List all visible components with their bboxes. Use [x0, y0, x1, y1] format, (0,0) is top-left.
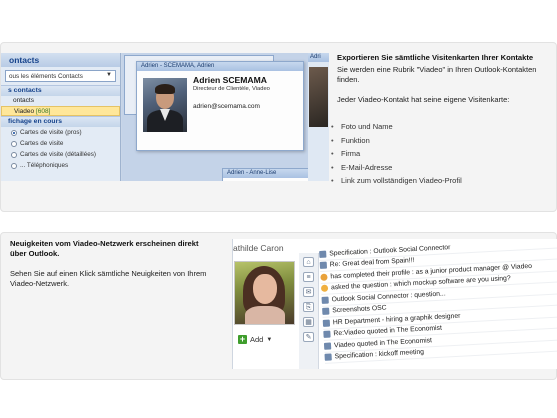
- radio-icon: [11, 140, 17, 147]
- business-cards-area: Adrien - SCEMAMA, Adrien Adrien SCEMAMA …: [122, 53, 329, 181]
- nav-item-label: ontacts: [13, 97, 34, 104]
- nav-item-count: [608]: [35, 108, 51, 115]
- radio-icon: [11, 162, 17, 169]
- photo-face: [253, 274, 277, 304]
- attachment-icon[interactable]: ⎘: [303, 302, 314, 312]
- feature-title: Neuigkeiten vom Viadeo-Netzwerk erschein…: [10, 239, 199, 258]
- contacts-folder-select[interactable]: ous les éléments Contacts ▼: [5, 70, 116, 82]
- nav-item-viadeo[interactable]: Viadeo [608]: [1, 106, 120, 116]
- feature-intro: Sie werden eine Rubrik "Viadeo" in Ihren…: [337, 65, 537, 84]
- feed-item-icon: [320, 284, 329, 293]
- view-option-phone-list[interactable]: ... Téléphoniques: [1, 160, 120, 171]
- radio-icon: [11, 151, 17, 158]
- activity-feed: Specification : Outlook Social Connector…: [319, 239, 557, 369]
- outlook-contacts-screenshot: ontacts ous les éléments Contacts ▼ s co…: [1, 53, 329, 181]
- bullet-item: Firma: [331, 147, 462, 161]
- contacts-folder-select-value: ous les éléments Contacts: [9, 73, 83, 80]
- contact-card-header: Adrien - Anne-Lise: [223, 169, 321, 178]
- view-option-label: Cartes de visite (détaillées): [20, 151, 96, 158]
- contact-card-side: Adri: [308, 53, 329, 181]
- feed-item-icon: [323, 330, 331, 339]
- contact-name: Adrien SCEMAMA: [193, 75, 268, 85]
- feed-item-icon: [320, 273, 328, 281]
- view-option-business-cards-detailed[interactable]: Cartes de visite (détaillées): [1, 149, 120, 160]
- view-option-business-cards-pro[interactable]: Cartes de visite (pros): [1, 127, 120, 138]
- contact-role: Directeur de Clientèle, Viadeo: [193, 86, 270, 92]
- contact-photo: [143, 78, 187, 132]
- nav-section-view: fichage en cours: [1, 116, 120, 127]
- nav-title: ontacts: [1, 53, 120, 67]
- add-label: Add: [250, 335, 264, 344]
- feed-item-icon: [321, 296, 329, 304]
- notes-icon[interactable]: ✎: [303, 332, 314, 342]
- person-photo: [234, 261, 295, 325]
- contact-card-next[interactable]: Adrien - Anne-Lise: [222, 168, 322, 181]
- view-option-label: ... Téléphoniques: [20, 162, 69, 169]
- feature-card-news: Neuigkeiten vom Viadeo-Netzwerk erschein…: [0, 232, 557, 380]
- bullet-item: Foto und Name: [331, 120, 462, 134]
- feed-item-icon: [323, 342, 332, 350]
- feed-toolbar: ⌂ ≡ ✉ ⎘ ▦ ✎: [299, 253, 319, 369]
- contact-card[interactable]: Adrien - SCEMAMA, Adrien Adrien SCEMAMA …: [136, 61, 304, 151]
- feed-item-icon: [319, 261, 328, 270]
- photo-hair: [155, 84, 175, 94]
- feature-body: Sehen Sie auf einen Klick sämtliche Neui…: [10, 269, 207, 288]
- chevron-down-icon: ▼: [266, 336, 273, 343]
- view-option-business-cards[interactable]: Cartes de visite: [1, 138, 120, 149]
- feed-item-icon: [322, 319, 331, 327]
- feature-lead: Jeder Viadeo-Kontakt hat seine eigene Vi…: [337, 95, 510, 104]
- contact-photo: [309, 67, 328, 127]
- radio-icon: [11, 129, 17, 136]
- contact-email[interactable]: adrien@scemama.com: [193, 103, 260, 110]
- nav-item-contacts[interactable]: ontacts: [1, 96, 120, 106]
- feature-card-export: ontacts ous les éléments Contacts ▼ s co…: [0, 42, 557, 212]
- feature-bullet-list: Foto und Name Funktion Firma E-Mail-Adre…: [331, 120, 462, 188]
- photo-body: [245, 306, 285, 324]
- contact-card-side-header: Adri: [308, 53, 329, 62]
- feed-item-icon: [324, 353, 332, 362]
- bullet-item: E-Mail-Adresse: [331, 161, 462, 175]
- social-connector-screenshot: athilde Caron + Add ▼ ⌂ ≡ ✉ ⎘ ▦ ✎ Specif…: [232, 239, 557, 369]
- contact-card-header: Adrien - SCEMAMA, Adrien: [137, 62, 303, 71]
- nav-section-contacts: s contacts: [1, 85, 120, 96]
- feed-item-icon: [319, 250, 327, 258]
- plus-icon: +: [238, 334, 247, 344]
- bullet-item: Funktion: [331, 134, 462, 148]
- feature-text-news: Neuigkeiten vom Viadeo-Netzwerk erschein…: [10, 239, 215, 289]
- feed-item-icon: [322, 307, 330, 316]
- feature-text-export: Exportieren Sie sämtliche Visitenkarten …: [337, 53, 537, 105]
- view-option-label: Cartes de visite: [20, 140, 64, 147]
- contacts-navigation-pane: ontacts ous les éléments Contacts ▼ s co…: [1, 53, 121, 181]
- mail-icon[interactable]: ✉: [303, 287, 314, 297]
- chevron-down-icon: ▼: [106, 72, 112, 78]
- add-contact-button[interactable]: + Add ▼: [238, 335, 272, 344]
- home-icon[interactable]: ⌂: [303, 257, 314, 267]
- nav-item-label: Viadeo: [14, 108, 35, 115]
- activity-icon[interactable]: ≡: [303, 272, 314, 282]
- person-name: athilde Caron: [233, 243, 284, 253]
- feature-title: Exportieren Sie sämtliche Visitenkarten …: [337, 53, 534, 62]
- view-option-label: Cartes de visite (pros): [20, 129, 82, 136]
- calendar-icon[interactable]: ▦: [303, 317, 314, 327]
- bullet-item: Link zum vollständigen Viadeo-Profil: [331, 174, 462, 188]
